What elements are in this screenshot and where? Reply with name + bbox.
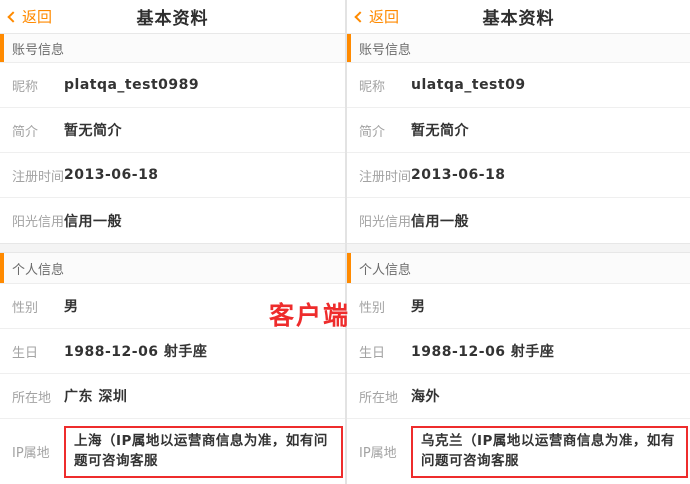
section-title: 账号信息: [359, 39, 411, 58]
row-value: 广东 深圳: [64, 386, 127, 406]
row-value: platqa_test0989: [64, 77, 199, 93]
row-bio: 简介 暂无简介: [0, 108, 345, 153]
row-ip-location: IP属地 上海（IP属地以运营商信息为准，如有问题可咨询客服: [0, 419, 345, 484]
row-label: IP属地: [359, 442, 411, 461]
row-gender: 性别 男: [347, 284, 690, 329]
row-value: ulatqa_test09: [411, 77, 526, 93]
row-value: 1988-12-06 射手座: [64, 341, 207, 361]
section-header-personal: 个人信息: [347, 253, 690, 284]
nav-bar: 返回 基本资料: [0, 0, 345, 34]
row-birthday: 生日 1988-12-06 射手座: [0, 329, 345, 374]
row-nickname: 昵称 ulatqa_test09: [347, 63, 690, 108]
row-credit: 阳光信用 信用一般: [347, 198, 690, 243]
row-birthday: 生日 1988-12-06 射手座: [347, 329, 690, 374]
section-divider: [0, 243, 345, 253]
back-button[interactable]: 返回: [9, 0, 52, 33]
row-label: 简介: [359, 121, 411, 140]
section-divider: [347, 243, 690, 253]
screenshot-canvas: 返回 基本资料 账号信息 昵称 platqa_test0989 简介 暂无简介 …: [0, 0, 690, 484]
ip-highlight-box: 上海（IP属地以运营商信息为准，如有问题可咨询客服: [64, 426, 343, 478]
row-value: 男: [64, 296, 79, 316]
section-header-account: 账号信息: [0, 34, 345, 63]
section-header-account: 账号信息: [347, 34, 690, 63]
row-label: 昵称: [12, 76, 64, 95]
row-label: 昵称: [359, 76, 411, 95]
row-label: 生日: [359, 342, 411, 361]
row-register-date: 注册时间 2013-06-18: [0, 153, 345, 198]
row-location: 所在地 海外: [347, 374, 690, 419]
row-value: 2013-06-18: [64, 167, 159, 183]
row-value: 信用一般: [411, 211, 469, 231]
back-label: 返回: [369, 6, 399, 27]
row-value: 海外: [411, 386, 440, 406]
row-value: 暂无简介: [411, 120, 469, 140]
row-value: 暂无简介: [64, 120, 122, 140]
client-annotation-label: 客户端: [269, 296, 350, 332]
row-value: 信用一般: [64, 211, 122, 231]
row-label: 阳光信用: [12, 211, 64, 230]
row-bio: 简介 暂无简介: [347, 108, 690, 153]
profile-screen-left: 返回 基本资料 账号信息 昵称 platqa_test0989 简介 暂无简介 …: [0, 0, 345, 484]
row-value: 2013-06-18: [411, 167, 506, 183]
row-value: 男: [411, 296, 426, 316]
row-label: 所在地: [12, 387, 64, 406]
row-label: IP属地: [12, 442, 64, 461]
row-location: 所在地 广东 深圳: [0, 374, 345, 419]
back-label: 返回: [22, 6, 52, 27]
ip-highlight-box: 乌克兰（IP属地以运营商信息为准，如有问题可咨询客服: [411, 426, 688, 478]
page-title: 基本资料: [483, 4, 555, 29]
back-chevron-icon: [354, 11, 365, 22]
section-header-personal: 个人信息: [0, 253, 345, 284]
row-register-date: 注册时间 2013-06-18: [347, 153, 690, 198]
row-credit: 阳光信用 信用一般: [0, 198, 345, 243]
row-label: 注册时间: [359, 166, 411, 185]
section-title: 账号信息: [12, 39, 64, 58]
nav-bar: 返回 基本资料: [347, 0, 690, 34]
back-chevron-icon: [7, 11, 18, 22]
section-title: 个人信息: [359, 259, 411, 278]
row-value: 1988-12-06 射手座: [411, 341, 554, 361]
row-nickname: 昵称 platqa_test0989: [0, 63, 345, 108]
back-button[interactable]: 返回: [356, 0, 399, 33]
profile-screen-right: 返回 基本资料 账号信息 昵称 ulatqa_test09 简介 暂无简介 注册…: [345, 0, 690, 484]
row-ip-location: IP属地 乌克兰（IP属地以运营商信息为准，如有问题可咨询客服: [347, 419, 690, 484]
row-label: 生日: [12, 342, 64, 361]
row-label: 简介: [12, 121, 64, 140]
page-title: 基本资料: [137, 4, 209, 29]
section-title: 个人信息: [12, 259, 64, 278]
row-label: 性别: [359, 297, 411, 316]
row-label: 性别: [12, 297, 64, 316]
row-label: 注册时间: [12, 166, 64, 185]
row-label: 所在地: [359, 387, 411, 406]
row-label: 阳光信用: [359, 211, 411, 230]
